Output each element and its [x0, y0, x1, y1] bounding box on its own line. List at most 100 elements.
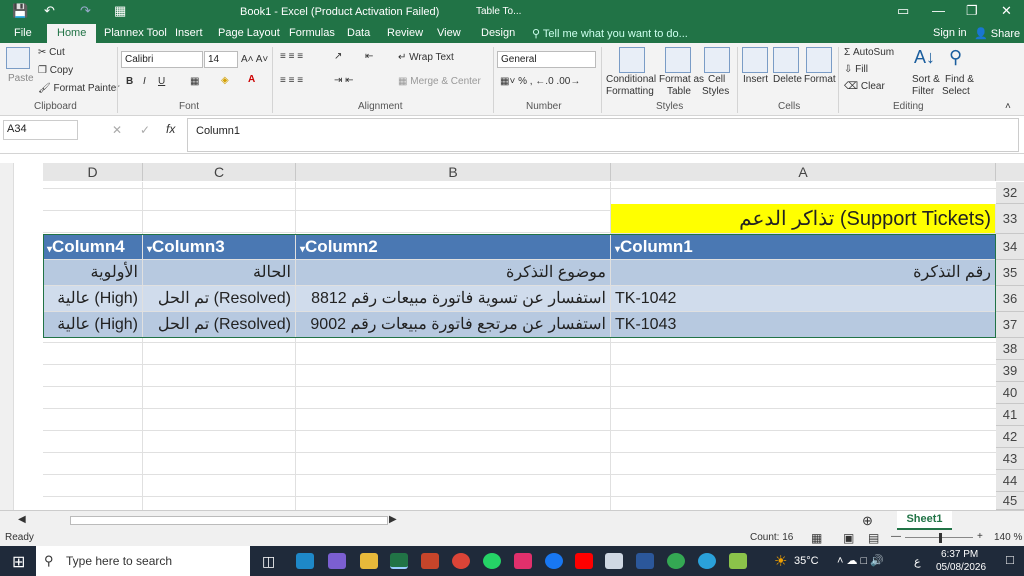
column-header-d[interactable]: D	[43, 163, 143, 181]
table-header-cell[interactable]: ▾Column3	[143, 234, 296, 260]
settings-icon[interactable]	[605, 553, 623, 569]
formula-input[interactable]: Column1	[187, 118, 1019, 152]
tab-formulas[interactable]: Formulas	[289, 27, 335, 39]
bold-button[interactable]: B	[126, 76, 133, 87]
excel-icon[interactable]	[390, 553, 408, 569]
table-cell[interactable]: عالية (High)	[43, 286, 143, 312]
input-language[interactable]: ع	[914, 555, 921, 568]
vertical-scrollbar[interactable]	[0, 163, 14, 510]
column-header-a[interactable]: A	[611, 163, 996, 181]
file-explorer-icon[interactable]	[360, 553, 378, 569]
tray-icons[interactable]: ˄ ☁ □ 🔊	[837, 554, 884, 567]
font-size-select[interactable]: 14	[204, 51, 238, 68]
tab-file[interactable]: File	[14, 27, 32, 39]
powerpoint-icon[interactable]	[421, 553, 439, 569]
chrome-icon[interactable]	[452, 553, 470, 569]
tab-view[interactable]: View	[437, 27, 461, 39]
conditional-formatting-icon[interactable]	[619, 47, 645, 73]
paste-button[interactable]: Paste	[8, 73, 34, 84]
merge-center-button[interactable]: ▦ Merge & Center	[398, 76, 481, 87]
zoom-level[interactable]: 140 %	[994, 532, 1022, 543]
italic-button[interactable]: I	[143, 76, 146, 87]
clock-date[interactable]: 05/08/2026	[936, 562, 986, 573]
row-header[interactable]: 33	[996, 204, 1024, 234]
table-cell[interactable]: تم الحل (Resolved)	[143, 312, 296, 338]
taskbar-search[interactable]: ⚲ Type here to search	[36, 546, 250, 576]
table-cell[interactable]: عالية (High)	[43, 312, 143, 338]
youtube-icon[interactable]	[575, 553, 593, 569]
collapse-ribbon-icon[interactable]: ˄	[1005, 101, 1011, 112]
share-button[interactable]: 👤 Share	[974, 27, 1020, 40]
weather-icon[interactable]: ☀	[774, 552, 787, 570]
insert-function-icon[interactable]: fx	[166, 122, 175, 136]
zoom-thumb[interactable]	[939, 533, 942, 543]
copy-button[interactable]: ❐ Copy	[38, 65, 73, 76]
cancel-icon[interactable]: ✕	[112, 123, 122, 137]
number-format-select[interactable]: General	[497, 51, 596, 68]
align-top-icon[interactable]: ≡ ≡ ≡	[280, 51, 303, 62]
select-all-corner[interactable]	[996, 163, 1024, 181]
sheet-title-cell[interactable]: تذاكر الدعم (Support Tickets)	[611, 204, 996, 234]
tab-review[interactable]: Review	[387, 27, 423, 39]
new-sheet-icon[interactable]: ⊕	[862, 513, 873, 529]
row-header[interactable]: 44	[996, 470, 1024, 492]
font-color-icon[interactable]: A	[248, 74, 255, 85]
grow-font-icon[interactable]: A˄ A˅	[241, 54, 268, 65]
find-select-label[interactable]: Find &	[945, 74, 974, 85]
row-header[interactable]: 39	[996, 360, 1024, 382]
row-header[interactable]: 40	[996, 382, 1024, 404]
clock-time[interactable]: 6:37 PM	[941, 549, 978, 560]
close-icon[interactable]: ✕	[1001, 3, 1012, 19]
table-cell[interactable]: استفسار عن تسوية فاتورة مبيعات رقم 8812	[296, 286, 611, 312]
page-layout-view-icon[interactable]: ▣	[843, 531, 854, 545]
table-header-cell[interactable]: ▾Column4	[43, 234, 143, 260]
autosum-button[interactable]: Σ AutoSum	[844, 47, 894, 58]
table-cell[interactable]: الأولوية	[43, 260, 143, 286]
zoom-in-icon[interactable]: +	[977, 531, 983, 542]
table-cell[interactable]: الحالة	[143, 260, 296, 286]
windows-start-icon[interactable]: ⊞	[12, 552, 25, 572]
undo-icon[interactable]: ↶	[44, 3, 55, 19]
insert-cells-button[interactable]: Insert	[743, 74, 768, 85]
format-painter-button[interactable]: 🖌 Format Painter	[38, 83, 120, 94]
format-as-table-icon[interactable]	[665, 47, 691, 73]
scroll-left-icon[interactable]: ◀	[18, 514, 26, 525]
normal-view-icon[interactable]: ▦	[811, 531, 822, 545]
tab-plannex[interactable]: Plannex Tool	[104, 27, 167, 39]
format-as-table-label[interactable]: Format as	[659, 74, 704, 85]
table-header-cell[interactable]: ▾Column1	[611, 234, 996, 260]
conditional-formatting-label[interactable]: Conditional	[606, 74, 656, 85]
table-header-cell[interactable]: ▾Column2	[296, 234, 611, 260]
row-header[interactable]: 36	[996, 286, 1024, 312]
table-cell[interactable]: TK-1043	[611, 312, 996, 338]
row-header[interactable]: 34	[996, 234, 1024, 260]
indent-icon[interactable]: ⇥ ⇤	[334, 75, 354, 86]
orientation-icon[interactable]: ↗	[334, 51, 342, 62]
cell-styles-label[interactable]: Cell	[708, 74, 725, 85]
name-box[interactable]: A34	[3, 120, 78, 140]
cut-button[interactable]: ✂ Cut	[38, 47, 65, 58]
row-header[interactable]: 43	[996, 448, 1024, 470]
chrome-profile-icon[interactable]	[667, 553, 685, 569]
save-icon[interactable]: 💾	[12, 3, 28, 19]
tab-home[interactable]: Home	[47, 24, 97, 43]
notification-icon[interactable]: □	[1006, 552, 1014, 567]
table-cell[interactable]: تم الحل (Resolved)	[143, 286, 296, 312]
clear-button[interactable]: ⌫ Clear	[844, 81, 885, 92]
page-break-view-icon[interactable]: ▤	[868, 531, 879, 545]
task-view-icon[interactable]: ◫	[262, 553, 275, 570]
cell-styles-icon[interactable]	[704, 47, 730, 73]
ribbon-display-icon[interactable]: ▭	[897, 3, 909, 19]
format-cells-icon[interactable]	[806, 47, 832, 73]
edge-icon[interactable]	[296, 553, 314, 569]
instagram-icon[interactable]	[514, 553, 532, 569]
minimize-icon[interactable]: —	[932, 3, 945, 18]
format-cells-button[interactable]: Format	[804, 74, 836, 85]
row-header[interactable]: 38	[996, 338, 1024, 360]
underline-button[interactable]: U	[158, 76, 165, 87]
column-header-b[interactable]: B	[296, 163, 611, 181]
scroll-right-icon[interactable]: ▶	[389, 514, 397, 525]
paste-icon[interactable]	[6, 47, 30, 69]
sign-in-link[interactable]: Sign in	[933, 27, 967, 39]
find-select-icon[interactable]: ⚲	[949, 47, 962, 68]
